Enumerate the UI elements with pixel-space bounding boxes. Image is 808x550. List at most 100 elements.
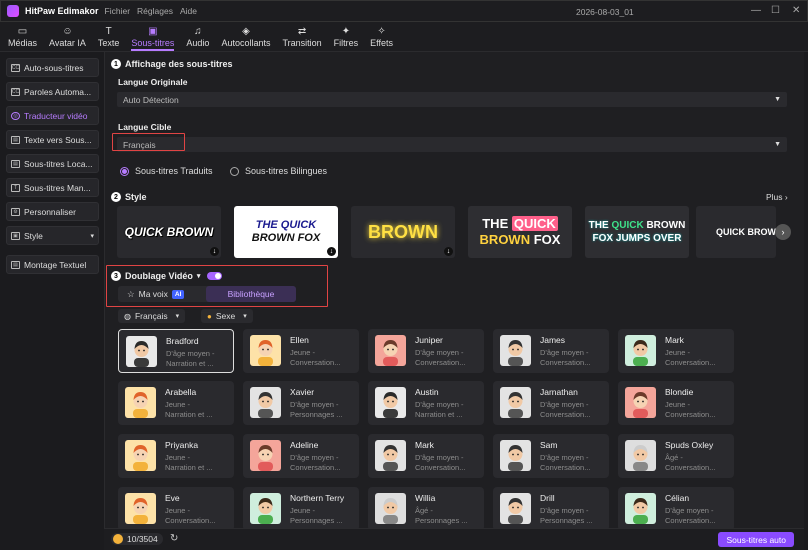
- tab-media[interactable]: ▭ Médias: [8, 26, 37, 51]
- tab-filters[interactable]: ✦ Filtres: [334, 26, 359, 51]
- sidebar-item-label: Sous-titres Loca...: [24, 158, 93, 169]
- style-preset-5[interactable]: THE QUICK BROWN FOX JUMPS OVER: [585, 206, 689, 258]
- radio-translated-subtitles[interactable]: Sous-titres Traduits: [120, 166, 213, 176]
- globe-icon: ◍: [124, 311, 131, 321]
- sidebar-item-style[interactable]: ▣ Style ▾: [6, 226, 99, 245]
- style-preset-6[interactable]: QUICK BROW: [696, 206, 776, 258]
- sidebar-item-local-subtitles[interactable]: ▤ Sous-titres Loca...: [6, 154, 99, 173]
- toolbar-label: Transition: [282, 38, 322, 48]
- download-icon[interactable]: ↓: [210, 247, 219, 256]
- close-icon[interactable]: ✕: [792, 5, 800, 16]
- target-language-select[interactable]: Français ▼: [117, 137, 787, 152]
- download-icon[interactable]: ↓: [327, 247, 336, 256]
- voice-card[interactable]: Célian D'âge moyen - Conversation...: [618, 487, 734, 531]
- sidebar-item-manual-subtitles[interactable]: T Sous-titres Man...: [6, 178, 99, 197]
- voice-avatar: [625, 387, 656, 418]
- voice-category: Conversation...: [415, 358, 466, 367]
- voice-card[interactable]: Austin D'âge moyen - Narration et ...: [368, 381, 484, 425]
- menu-settings[interactable]: Réglages: [137, 6, 173, 16]
- voice-name: Priyanka: [165, 440, 199, 450]
- voice-avatar: [250, 335, 281, 366]
- voice-name: James: [540, 335, 566, 345]
- chevron-down-icon: ▼: [774, 141, 781, 148]
- voice-card[interactable]: Juniper D'âge moyen - Conversation...: [368, 329, 484, 373]
- customize-icon: ⚙: [11, 207, 20, 216]
- tab-text[interactable]: T Texte: [98, 26, 120, 51]
- style-preset-1[interactable]: QUICK BROWN ↓: [117, 206, 221, 258]
- voice-description: D'âge moyen - Personnages ...: [290, 400, 356, 420]
- voice-card[interactable]: Jarnathan D'âge moyen - Conversation...: [493, 381, 609, 425]
- voice-card[interactable]: Adeline D'âge moyen - Conversation...: [243, 434, 359, 478]
- tab-audio[interactable]: ♫ Audio: [186, 26, 209, 51]
- voice-card[interactable]: Blondie Jeune - Conversation...: [618, 381, 734, 425]
- toolbar-label: Sous-titres: [131, 38, 175, 48]
- tab-stickers[interactable]: ◈ Autocollants: [221, 26, 270, 51]
- voice-category: Personnages ...: [415, 516, 468, 525]
- voice-card[interactable]: Bradford D'âge moyen - Narration et ...: [118, 329, 234, 373]
- voice-age: D'âge moyen -: [290, 400, 339, 409]
- cc-icon: CC: [11, 63, 20, 72]
- voice-card[interactable]: Mark Jeune - Conversation...: [618, 329, 734, 373]
- tab-transition[interactable]: ⇄ Transition: [282, 26, 321, 51]
- more-styles-link[interactable]: Plus ›: [766, 192, 788, 202]
- voice-avatar: [375, 387, 406, 418]
- person-icon: ●: [207, 311, 212, 321]
- style-preset-4[interactable]: THE QUICK BROWN FOX: [468, 206, 572, 258]
- voice-description: Jeune - Narration et ...: [165, 453, 231, 473]
- voice-card[interactable]: Drill D'âge moyen - Personnages ...: [493, 487, 609, 531]
- menu-help[interactable]: Aide: [180, 6, 197, 16]
- voice-name: Drill: [540, 493, 555, 503]
- app-logo-icon: [7, 5, 19, 17]
- voice-category: Conversation...: [290, 358, 341, 367]
- radio-bilingual-subtitles[interactable]: Sous-titres Bilingues: [230, 166, 327, 176]
- voice-card[interactable]: Northern Terry Jeune - Personnages ...: [243, 487, 359, 531]
- voice-name: Willia: [415, 493, 436, 503]
- voice-category: Narration et ...: [165, 463, 213, 472]
- credits-counter: 10/3504: [111, 533, 163, 545]
- voice-description: Âgé - Personnages ...: [415, 506, 481, 526]
- refresh-icon[interactable]: ↻: [170, 533, 178, 544]
- menu-file[interactable]: Fichier: [105, 6, 131, 16]
- sidebar-item-lyrics[interactable]: CC Paroles Automa...: [6, 82, 99, 101]
- voice-avatar: [125, 493, 156, 524]
- voice-card[interactable]: Mark D'âge moyen - Conversation...: [368, 434, 484, 478]
- title-bar: HitPaw Edimakor Fichier Réglages Aide 20…: [0, 0, 808, 22]
- voice-card[interactable]: Arabella Jeune - Narration et ...: [118, 381, 234, 425]
- voice-card[interactable]: Spuds Oxley Âgé - Conversation...: [618, 434, 734, 478]
- voice-age: D'âge moyen -: [166, 349, 215, 358]
- sidebar-item-text-to-subtitle[interactable]: ▤ Texte vers Sous...: [6, 130, 99, 149]
- tab-effects[interactable]: ✧ Effets: [370, 26, 393, 51]
- voice-card[interactable]: James D'âge moyen - Conversation...: [493, 329, 609, 373]
- gender-filter[interactable]: ● Sexe ▾: [201, 309, 253, 323]
- voice-age: Jeune -: [165, 400, 191, 409]
- source-language-select[interactable]: Auto Détection ▼: [117, 92, 787, 107]
- style-preset-2[interactable]: THE QUICK BROWN FOX ↓: [234, 206, 338, 258]
- voice-age: Jeune -: [665, 348, 691, 357]
- voice-card[interactable]: Willia Âgé - Personnages ...: [368, 487, 484, 531]
- auto-subtitles-button[interactable]: Sous-titres auto: [718, 532, 794, 547]
- voice-description: D'âge moyen - Narration et ...: [166, 349, 232, 369]
- voice-category: Conversation...: [290, 463, 341, 472]
- maximize-icon[interactable]: ☐: [771, 5, 780, 16]
- sidebar-item-customize[interactable]: ⚙ Personnaliser: [6, 202, 99, 221]
- voice-card[interactable]: Sam D'âge moyen - Conversation...: [493, 434, 609, 478]
- sidebar-item-translate[interactable]: ◎ Traducteur vidéo: [6, 106, 99, 125]
- voice-card[interactable]: Ellen Jeune - Conversation...: [243, 329, 359, 373]
- sidebar-item-text-edit[interactable]: ▤ Montage Textuel: [6, 255, 99, 274]
- minimize-icon[interactable]: —: [751, 5, 761, 16]
- tab-subtitles[interactable]: ▣ Sous-titres: [131, 26, 175, 51]
- voice-name: Northern Terry: [290, 493, 345, 503]
- voice-avatar: [375, 440, 406, 471]
- voice-card[interactable]: Priyanka Jeune - Narration et ...: [118, 434, 234, 478]
- voice-description: D'âge moyen - Conversation...: [290, 453, 356, 473]
- gender-filter-value: Sexe: [215, 311, 236, 321]
- voice-card[interactable]: Eve Jeune - Conversation...: [118, 487, 234, 531]
- sidebar-item-cc[interactable]: CC Auto-sous-titres: [6, 58, 99, 77]
- voice-card[interactable]: Xavier D'âge moyen - Personnages ...: [243, 381, 359, 425]
- download-icon[interactable]: ↓: [444, 247, 453, 256]
- style-preset-3[interactable]: BROWN ↓: [351, 206, 455, 258]
- language-filter[interactable]: ◍ Français ▾: [118, 309, 186, 323]
- tab-avatar-ai[interactable]: ☺ Avatar IA: [49, 26, 86, 51]
- next-styles-icon[interactable]: ›: [775, 224, 791, 240]
- voice-avatar: [625, 493, 656, 524]
